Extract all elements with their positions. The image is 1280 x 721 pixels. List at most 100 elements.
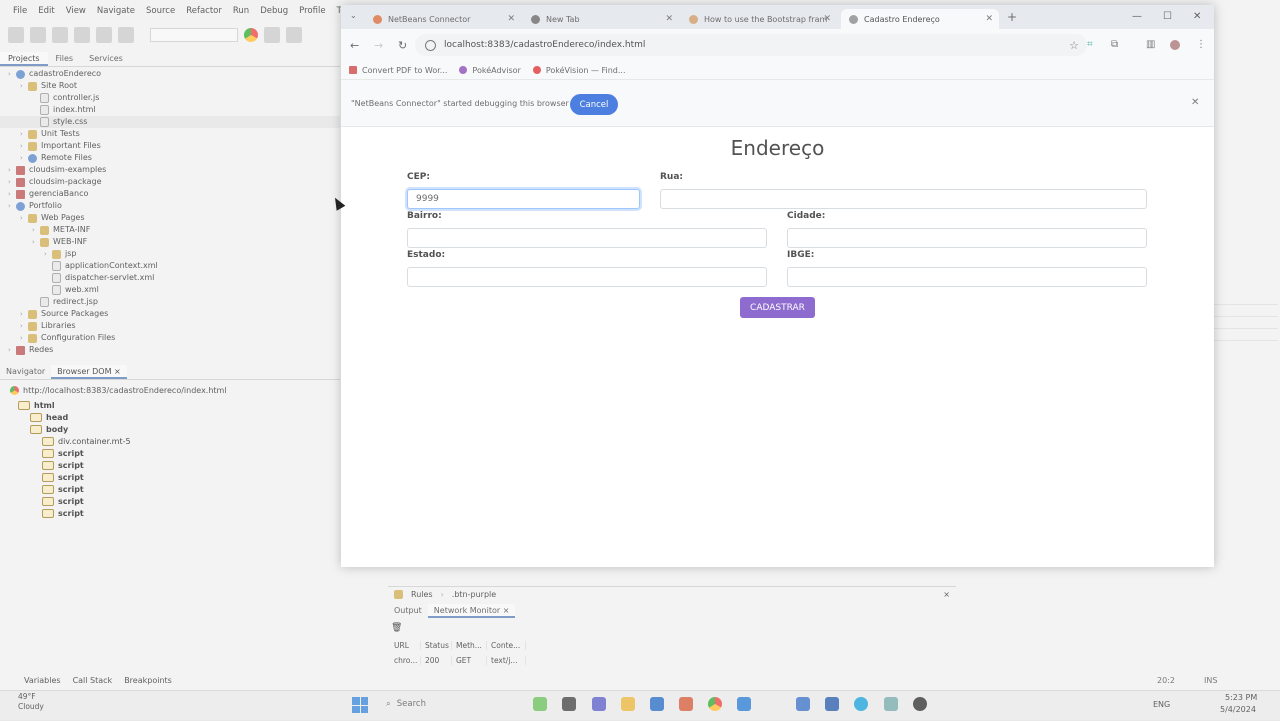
tree-item[interactable]: › jsp (44, 248, 76, 260)
bookmark-star-icon[interactable]: ☆ (1069, 39, 1079, 52)
new-tab-plus-icon[interactable]: + (1007, 10, 1017, 24)
dom-node[interactable]: script (42, 473, 84, 482)
menu-run[interactable]: Run (233, 6, 249, 16)
cancel-debugging-button[interactable]: Cancel (570, 94, 618, 115)
menu-debug[interactable]: Debug (260, 6, 288, 16)
menu-edit[interactable]: Edit (38, 6, 54, 16)
tree-item[interactable]: redirect.jsp (32, 296, 98, 308)
new-project-icon[interactable] (30, 27, 46, 43)
tree-item[interactable]: › Source Packages (20, 308, 108, 320)
status-tab-call-stack[interactable]: Call Stack (73, 676, 113, 685)
browser-tab-netbeans[interactable]: NetBeans Connector ✕ (365, 9, 521, 29)
tree-item[interactable]: › cadastroEndereco (8, 68, 101, 80)
menu-view[interactable]: View (66, 6, 86, 16)
close-infobar-icon[interactable]: ✕ (1191, 97, 1199, 108)
tree-item[interactable]: controller.js (32, 92, 99, 104)
firefox-icon[interactable] (679, 697, 693, 711)
tab-network-monitor[interactable]: Network Monitor × (427, 604, 516, 618)
ibge-input[interactable] (787, 267, 1147, 287)
dom-node[interactable]: script (42, 485, 84, 494)
vscode-icon[interactable] (737, 697, 751, 711)
expand-chevron-icon[interactable]: › (32, 236, 40, 248)
expand-chevron-icon[interactable]: › (20, 320, 28, 332)
expand-chevron-icon[interactable]: › (20, 212, 28, 224)
tab-output[interactable]: Output (388, 604, 428, 618)
chrome-taskbar-icon[interactable] (708, 697, 722, 711)
breadcrumb-selector[interactable]: .btn-purple (452, 590, 496, 599)
tree-item[interactable]: › Site Root (20, 80, 77, 92)
expand-chevron-icon[interactable]: › (20, 308, 28, 320)
security-icon[interactable] (796, 697, 810, 711)
expand-chevron-icon[interactable]: › (32, 224, 40, 236)
close-tab-icon[interactable]: ✕ (665, 14, 673, 24)
dom-node[interactable]: script (42, 509, 84, 518)
task-view-icon[interactable] (562, 697, 576, 711)
clock-date[interactable]: 5/4/2024 (1220, 705, 1256, 714)
close-tab-icon[interactable]: ✕ (985, 14, 993, 24)
obs-icon[interactable] (913, 697, 927, 711)
build-hammer-icon[interactable] (264, 27, 280, 43)
weather-widget[interactable]: 49°F Cloudy (18, 692, 44, 712)
dom-node[interactable]: script (42, 497, 84, 506)
expand-chevron-icon[interactable]: › (20, 140, 28, 152)
expand-chevron-icon[interactable]: › (8, 188, 16, 200)
tree-item[interactable]: › Redes (8, 344, 53, 356)
back-arrow-icon[interactable]: ← (350, 39, 359, 52)
browser-tab-cadastro[interactable]: Cadastro Endereço ✕ (841, 9, 999, 29)
estado-input[interactable] (407, 267, 767, 287)
browser-tab-newtab[interactable]: New Tab ✕ (523, 9, 679, 29)
dom-node[interactable]: html (18, 401, 55, 410)
edge-icon[interactable] (854, 697, 868, 711)
tree-item[interactable]: › Configuration Files (20, 332, 115, 344)
menu-refactor[interactable]: Refactor (186, 6, 222, 16)
bookmark-item[interactable]: PokéVision — Find... (532, 66, 626, 75)
teams-icon[interactable] (592, 697, 606, 711)
expand-chevron-icon[interactable]: › (44, 248, 52, 260)
tab-navigator[interactable]: Navigator (0, 365, 51, 379)
word-icon[interactable] (825, 697, 839, 711)
tree-item[interactable]: dispatcher-servlet.xml (44, 272, 154, 284)
tree-item[interactable]: › cloudsim-package (8, 176, 102, 188)
close-icon[interactable]: × (943, 590, 950, 599)
store-icon[interactable] (650, 697, 664, 711)
chrome-browser-icon[interactable] (244, 28, 258, 42)
file-explorer-icon[interactable] (621, 697, 635, 711)
tree-item[interactable]: › cloudsim-examples (8, 164, 106, 176)
tree-item[interactable]: › Important Files (20, 140, 101, 152)
dom-node[interactable]: body (30, 425, 68, 434)
open-project-icon[interactable] (52, 27, 68, 43)
tab-services[interactable]: Services (81, 52, 131, 66)
menu-profile[interactable]: Profile (299, 6, 325, 16)
clean-build-icon[interactable] (286, 27, 302, 43)
status-tab-breakpoints[interactable]: Breakpoints (124, 676, 172, 685)
reload-icon[interactable]: ↻ (398, 39, 407, 52)
tree-item[interactable]: › Portfolio (8, 200, 62, 212)
dom-node[interactable]: script (42, 449, 84, 458)
config-combo[interactable] (150, 28, 238, 42)
close-window-icon[interactable]: ✕ (1193, 11, 1201, 22)
language-indicator[interactable]: ENG (1153, 700, 1170, 709)
browser-tab-bootstrap[interactable]: How to use the Bootstrap fram ✕ (681, 9, 837, 29)
side-panel-icon[interactable]: ▥ (1146, 39, 1155, 50)
kebab-menu-icon[interactable]: ⋮ (1196, 39, 1206, 50)
close-tab-icon[interactable]: ✕ (823, 14, 831, 24)
tab-projects[interactable]: Projects (0, 52, 48, 66)
forward-arrow-icon[interactable]: → (374, 39, 383, 52)
netbeans-extension-icon[interactable]: ⌗ (1087, 39, 1093, 50)
clock-time[interactable]: 5:23 PM (1225, 693, 1257, 702)
close-tab-icon[interactable]: ✕ (507, 14, 515, 24)
tree-item[interactable]: › Web Pages (20, 212, 85, 224)
new-file-icon[interactable] (8, 27, 24, 43)
tab-search-chevron-icon[interactable]: ⌄ (350, 11, 357, 20)
expand-chevron-icon[interactable]: › (20, 152, 28, 164)
expand-chevron-icon[interactable]: › (8, 68, 16, 80)
tree-item[interactable]: style.css (32, 116, 87, 128)
extensions-puzzle-icon[interactable]: ⧉ (1111, 39, 1118, 50)
bookmark-item[interactable]: Convert PDF to Wor... (349, 66, 447, 75)
cep-input[interactable]: 9999 (407, 189, 640, 209)
expand-chevron-icon[interactable]: › (20, 80, 28, 92)
table-row[interactable]: chro... 200 GET text/j... (390, 653, 526, 668)
address-bar[interactable]: localhost:8383/cadastroEndereco/index.ht… (415, 34, 1087, 56)
tree-item[interactable]: › Unit Tests (20, 128, 80, 140)
status-tab-variables[interactable]: Variables (24, 676, 61, 685)
